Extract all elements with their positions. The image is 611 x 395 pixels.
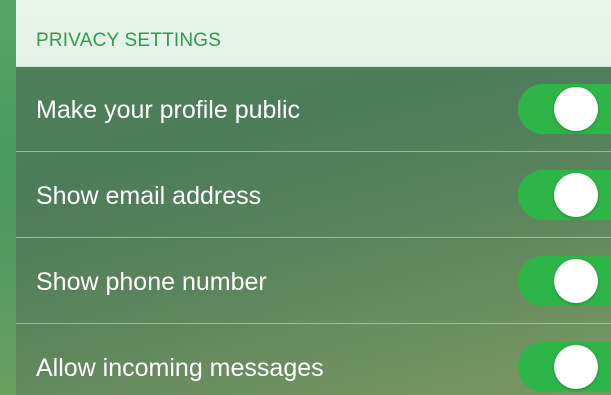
setting-label-email: Show email address [36, 182, 262, 210]
toggle-knob [554, 173, 598, 217]
setting-row-phone: Show phone number [16, 238, 611, 324]
setting-label-messages: Allow incoming messages [36, 354, 324, 382]
show-phone-toggle[interactable] [518, 256, 611, 306]
toggle-knob [554, 345, 598, 389]
show-email-toggle[interactable] [518, 170, 611, 220]
left-edge-strip [0, 0, 16, 395]
setting-label-phone: Show phone number [36, 268, 267, 296]
setting-row-email: Show email address [16, 152, 611, 238]
setting-row-messages: Allow incoming messages [16, 324, 611, 395]
setting-label-profile-public: Make your profile public [36, 96, 301, 124]
privacy-settings-screen: PRIVACY SETTINGS Make your profile publi… [0, 0, 611, 395]
settings-panel: PRIVACY SETTINGS Make your profile publi… [16, 0, 611, 395]
toggle-knob [554, 259, 598, 303]
section-header: PRIVACY SETTINGS [16, 0, 611, 67]
setting-row-profile-public: Make your profile public [16, 66, 611, 152]
incoming-messages-toggle[interactable] [518, 342, 611, 392]
toggle-knob [554, 87, 598, 131]
profile-public-toggle[interactable] [518, 84, 611, 134]
section-header-label: PRIVACY SETTINGS [36, 30, 222, 51]
